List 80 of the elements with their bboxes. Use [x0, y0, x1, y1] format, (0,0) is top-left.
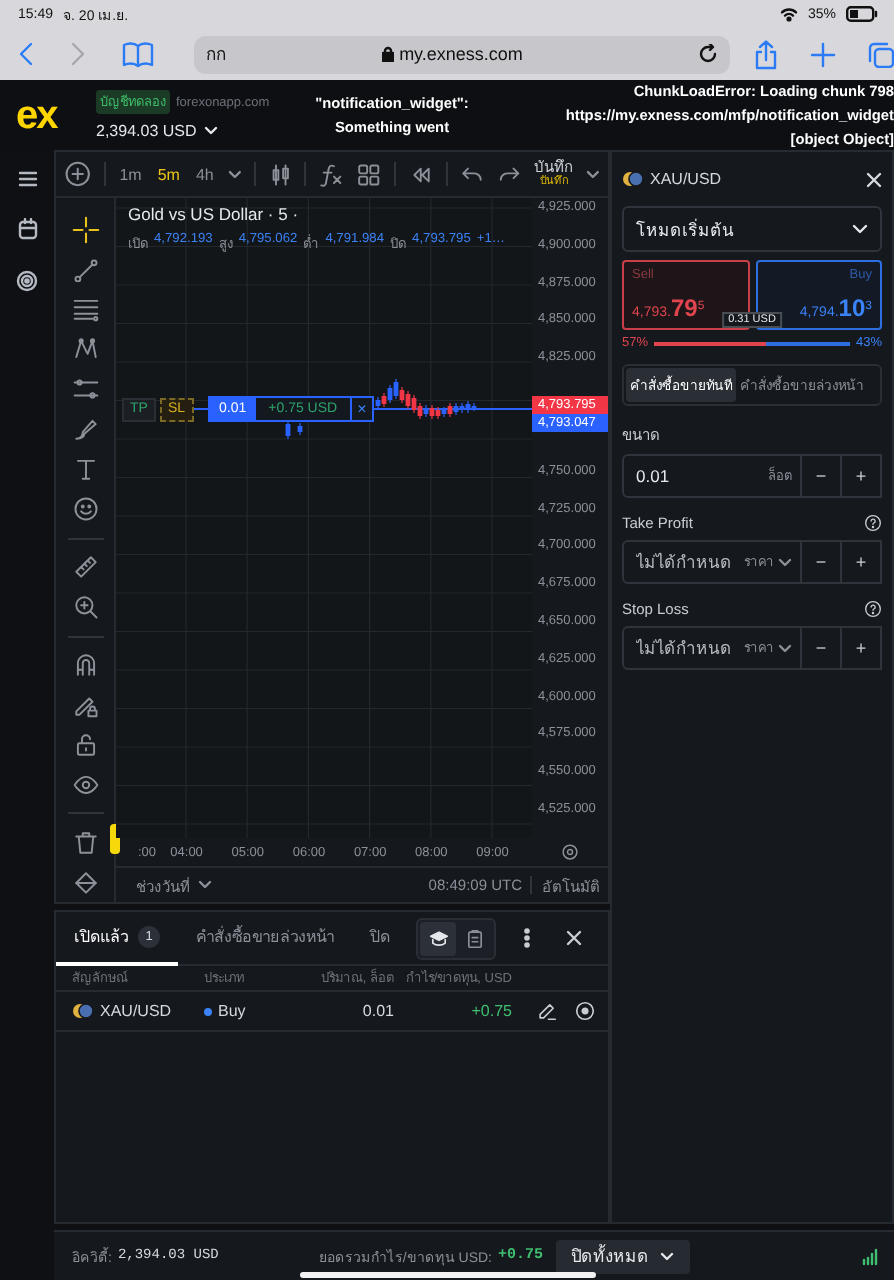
horizontal-lines-icon[interactable]: [71, 296, 99, 323]
reload-icon[interactable]: [698, 44, 718, 64]
edit-icon[interactable]: [536, 1000, 558, 1022]
zigzag-icon[interactable]: [71, 336, 99, 363]
coin-icon: [72, 1002, 94, 1020]
panel-tab[interactable]: ปิด: [352, 911, 408, 965]
ruler-icon[interactable]: [71, 554, 99, 581]
add-circle-icon[interactable]: [64, 160, 92, 188]
side-dot: [204, 1007, 212, 1015]
brush-icon[interactable]: [71, 416, 99, 443]
more-icon: [523, 928, 529, 948]
chevron-down-icon: [852, 224, 868, 234]
book-icon[interactable]: [122, 40, 154, 68]
mode-dropdown[interactable]: โหมดเริ่มต้น: [622, 206, 882, 252]
timeframe-button[interactable]: 5m: [155, 165, 182, 183]
trash-icon[interactable]: [71, 829, 99, 856]
address-bar[interactable]: กก my.exness.com: [194, 35, 730, 73]
calendar-icon[interactable]: [17, 218, 37, 240]
caret-icon: [204, 126, 219, 136]
close-all-button[interactable]: ปิดทั้งหมด: [555, 1239, 690, 1273]
lock-icon[interactable]: [71, 731, 99, 758]
close-icon: [566, 930, 582, 946]
wifi-icon: [779, 6, 798, 22]
emoji-icon[interactable]: [71, 496, 99, 523]
menu-icon[interactable]: [17, 170, 37, 188]
chart-title: Gold vs US Dollar · 5 ·: [128, 204, 301, 224]
function-icon[interactable]: [318, 161, 345, 187]
decrease-button[interactable]: −: [802, 626, 842, 670]
view-toggle[interactable]: [420, 921, 456, 955]
table-cell: XAU/USD: [100, 1002, 172, 1020]
zoom-in-icon[interactable]: [71, 594, 99, 620]
caret-icon: [198, 880, 212, 890]
text-tool-icon[interactable]: [71, 456, 99, 483]
signal-icon: [862, 1247, 878, 1265]
caret-icon: [586, 169, 601, 179]
grid-icon[interactable]: [356, 161, 382, 187]
text-size-button[interactable]: กก: [206, 40, 306, 68]
text-input[interactable]: 0.01: [636, 458, 768, 494]
timeframe-button[interactable]: 4h: [193, 165, 216, 183]
table-cell-text: +0.75: [469, 1002, 512, 1020]
panel-tab[interactable]: คำสั่งซื้อขายล่วงหน้า: [178, 911, 352, 965]
close-button[interactable]: [866, 171, 882, 187]
increase-button[interactable]: +: [842, 626, 882, 670]
close-circle-icon[interactable]: [574, 1000, 596, 1022]
caret-icon: [778, 643, 792, 653]
logo: ex: [16, 95, 60, 135]
caret-icon: [778, 557, 792, 567]
close-order-button[interactable]: ×: [349, 398, 373, 420]
timeframe-button[interactable]: 1m: [117, 165, 144, 183]
battery-icon: [846, 6, 878, 22]
url-text: my.exness.com: [399, 44, 523, 64]
symbol-title: XAU/USD: [650, 170, 722, 188]
settings-icon[interactable]: [560, 842, 580, 862]
increase-button[interactable]: +: [842, 540, 882, 584]
coin-icon: [622, 170, 644, 188]
target-icon[interactable]: [16, 270, 38, 292]
back-icon[interactable]: [18, 40, 34, 68]
decrease-button[interactable]: −: [802, 540, 842, 584]
table-cell: Buy: [218, 1002, 246, 1020]
help-icon[interactable]: [864, 514, 882, 532]
share-icon[interactable]: [754, 39, 778, 69]
increase-button[interactable]: +: [842, 454, 882, 498]
magnet-icon[interactable]: [71, 651, 99, 678]
parallel-lines-icon[interactable]: [71, 376, 99, 403]
lock-icon: [381, 46, 394, 62]
new-tab-icon[interactable]: [810, 41, 836, 67]
close-icon: [866, 171, 882, 187]
caret-icon: [227, 169, 242, 179]
decrease-button[interactable]: −: [802, 454, 842, 498]
eye-icon[interactable]: [71, 771, 99, 798]
candlestick-icon[interactable]: [267, 161, 293, 187]
clipboard-icon: [463, 927, 485, 949]
pencil-lock-icon[interactable]: [71, 691, 99, 718]
tabs-icon[interactable]: [868, 41, 894, 67]
table-cell-text: 0.01: [360, 1002, 394, 1020]
trend-line-icon[interactable]: [71, 257, 99, 283]
help-icon[interactable]: [864, 600, 882, 618]
caret-icon: [659, 1251, 674, 1261]
balance-dropdown[interactable]: 2,394.03 USD: [96, 122, 296, 140]
crosshair-icon[interactable]: [71, 215, 99, 243]
